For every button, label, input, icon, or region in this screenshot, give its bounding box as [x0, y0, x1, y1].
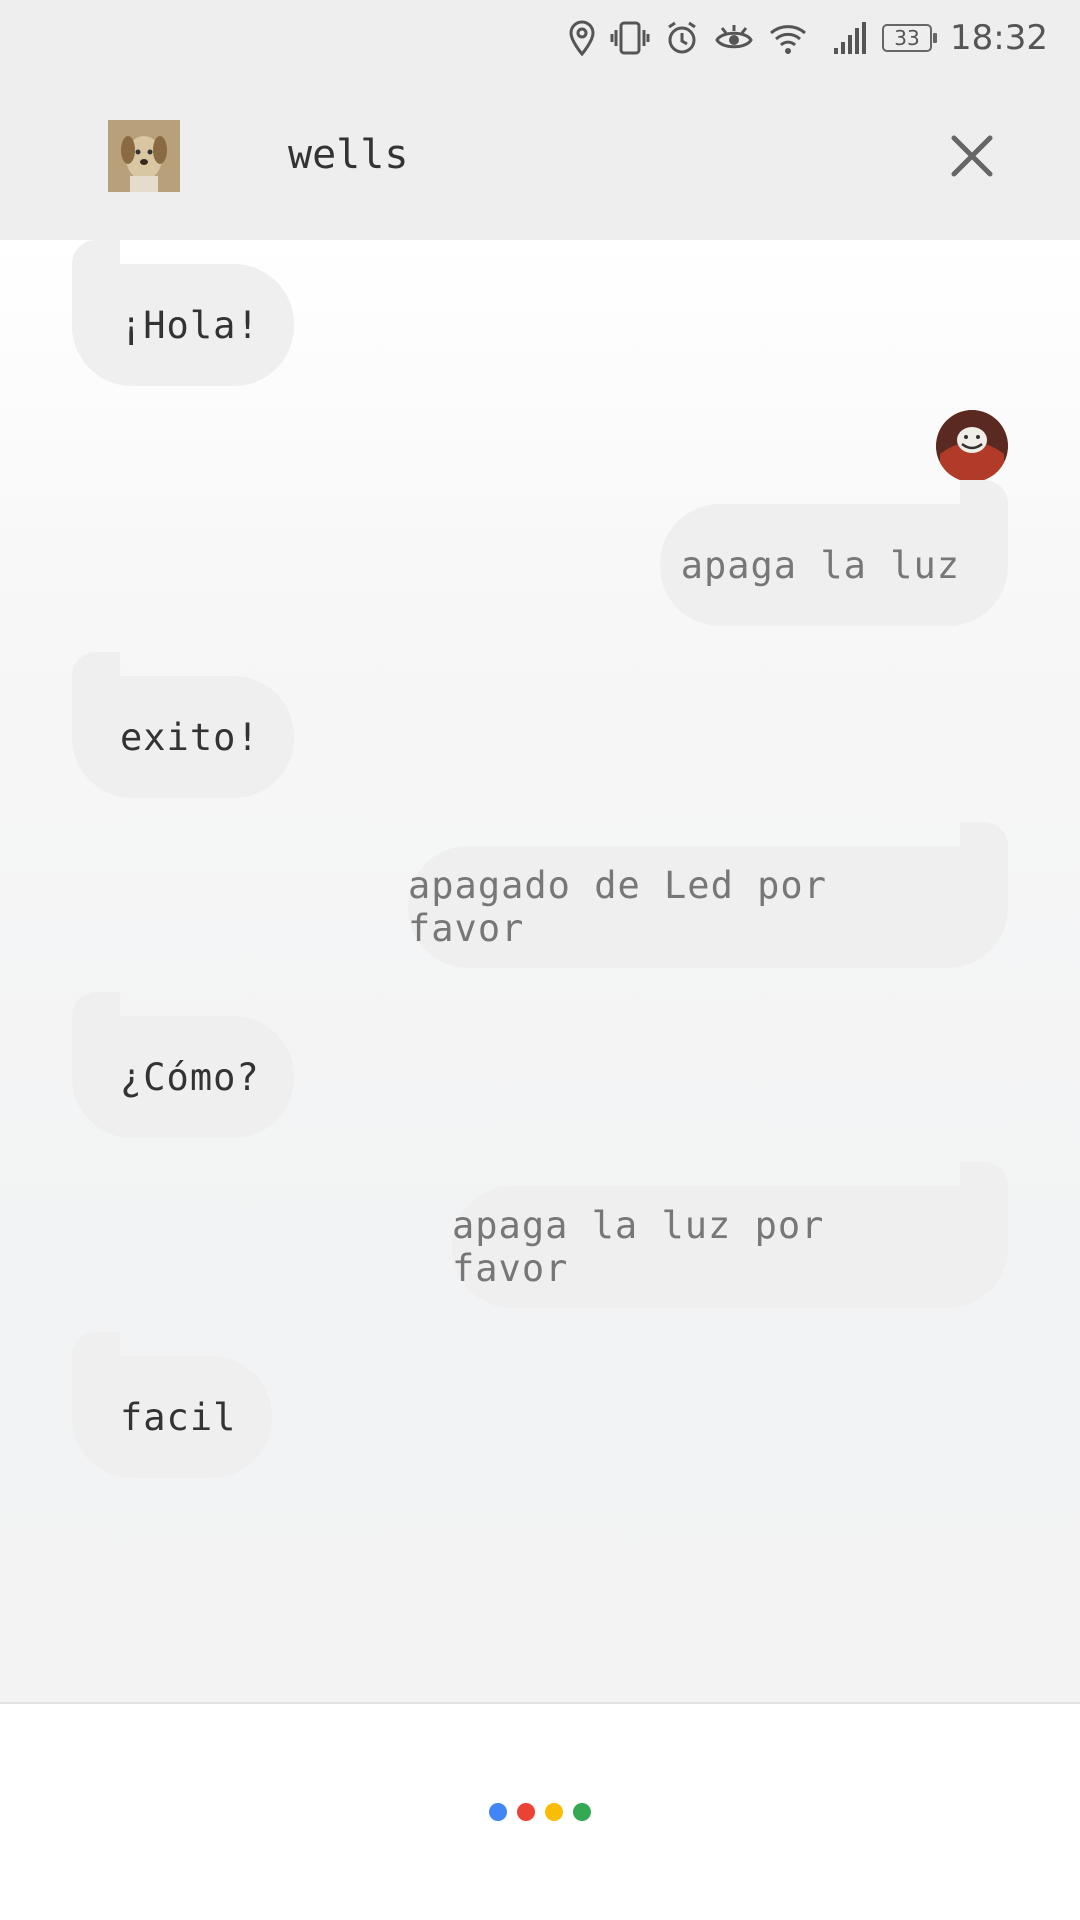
message-bubble-agent: ¡Hola! — [72, 264, 294, 386]
bubble-tail — [72, 652, 120, 676]
status-bar: 33 18:32 — [0, 0, 1080, 76]
bubble-tail — [960, 822, 1008, 846]
close-icon — [951, 135, 993, 177]
wifi-icon — [768, 18, 808, 58]
message-text: ¿Cómo? — [120, 1055, 260, 1099]
message-text: apaga la luz por favor — [452, 1204, 825, 1290]
bubble-tail — [72, 1332, 120, 1356]
message-bubble-agent: ¿Cómo? — [72, 1016, 294, 1138]
assistant-dot-red — [517, 1803, 535, 1821]
message-bubble-agent: exito! — [72, 676, 294, 798]
message-text: ¡Hola! — [120, 303, 260, 347]
message-bubble-user: apagado de Led por favor — [408, 846, 1008, 968]
assistant-bar[interactable] — [0, 1702, 1080, 1920]
contact-avatar[interactable] — [108, 120, 180, 192]
message-bubble-user: apaga la luz por favor — [452, 1186, 1008, 1308]
close-button[interactable] — [944, 128, 1000, 184]
user-avatar — [936, 410, 1008, 482]
battery-indicator: 33 — [882, 24, 938, 52]
bubble-tail — [960, 480, 1008, 504]
assistant-dot-blue — [489, 1803, 507, 1821]
bubble-tail — [72, 992, 120, 1016]
status-time: 18:32 — [950, 18, 1048, 58]
message-text: apaga la luz — [680, 543, 960, 587]
signal-icon — [832, 18, 868, 58]
bubble-tail — [72, 240, 120, 264]
message-text: apagado de Led por favor — [408, 864, 827, 950]
bubble-tail — [960, 1162, 1008, 1186]
vibrate-icon — [610, 18, 650, 58]
contact-name: wells — [288, 132, 409, 178]
message-bubble-agent: facil — [72, 1356, 272, 1478]
message-bubble-user: apaga la luz — [660, 504, 1008, 626]
assistant-dot-yellow — [545, 1803, 563, 1821]
message-text: exito! — [120, 715, 260, 759]
chat-header: wells — [0, 76, 1080, 240]
location-icon — [568, 18, 596, 58]
assistant-dot-green — [573, 1803, 591, 1821]
eye-icon — [714, 18, 754, 58]
chat-area[interactable]: ¡Hola! apaga la luz exito! apagado de Le… — [0, 240, 1080, 1702]
message-text: facil — [120, 1395, 237, 1439]
alarm-icon — [664, 18, 700, 58]
